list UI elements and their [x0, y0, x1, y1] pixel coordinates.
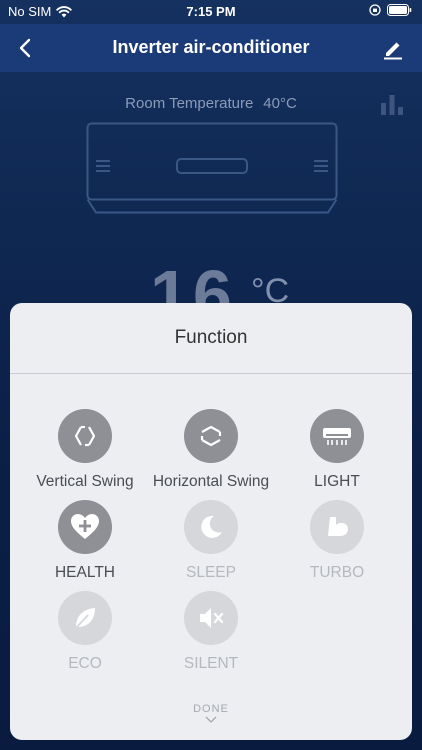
sheet-title: Function	[174, 327, 248, 348]
health-icon	[58, 500, 112, 554]
done-button[interactable]: DONE	[10, 703, 412, 723]
turbo-icon	[310, 500, 364, 554]
light-icon	[310, 409, 364, 463]
battery-icon	[387, 4, 412, 16]
silent-icon	[184, 591, 238, 645]
function-sleep[interactable]: SLEEP	[144, 500, 278, 582]
function-label: ECO	[68, 655, 102, 672]
bar-chart-icon[interactable]	[380, 93, 404, 115]
pencil-icon[interactable]	[382, 38, 404, 60]
orientation-lock-icon	[369, 4, 381, 16]
eco-icon	[58, 591, 112, 645]
navigation-bar: Inverter air-conditioner	[0, 24, 422, 72]
status-bar: No SIM 7:15 PM	[0, 0, 422, 24]
function-silent[interactable]: SILENT	[144, 591, 278, 673]
sleep-icon	[184, 500, 238, 554]
function-label: HEALTH	[54, 564, 115, 581]
vertical-swing-icon	[58, 409, 112, 463]
sheet-divider	[10, 373, 412, 374]
function-label: SILENT	[183, 655, 239, 672]
function-label: Horizontal Swing	[152, 473, 270, 490]
function-label: Vertical Swing	[36, 473, 134, 490]
chevron-down-icon	[205, 716, 217, 723]
function-health[interactable]: HEALTH	[18, 500, 152, 582]
function-turbo[interactable]: TURBO	[270, 500, 404, 582]
done-label: DONE	[193, 703, 229, 715]
page-title: Inverter air-conditioner	[112, 37, 310, 57]
function-label: SLEEP	[186, 564, 236, 581]
function-label: LIGHT	[314, 473, 360, 490]
function-sheet: Function Vertical Swing Horizontal Swing	[10, 303, 412, 740]
function-vertical-swing[interactable]: Vertical Swing	[18, 409, 152, 491]
status-time: 7:15 PM	[186, 4, 236, 19]
function-label: TURBO	[309, 564, 365, 581]
room-temperature-value: 40°C	[263, 95, 297, 112]
function-eco[interactable]: ECO	[18, 591, 152, 673]
room-temperature: Room Temperature 40°C	[0, 95, 422, 112]
status-right-icons	[369, 4, 412, 16]
air-conditioner-illustration	[86, 122, 338, 214]
function-horizontal-swing[interactable]: Horizontal Swing	[144, 409, 278, 491]
horizontal-swing-icon	[184, 409, 238, 463]
function-light[interactable]: LIGHT	[270, 409, 404, 491]
room-temperature-label: Room Temperature	[125, 95, 254, 112]
